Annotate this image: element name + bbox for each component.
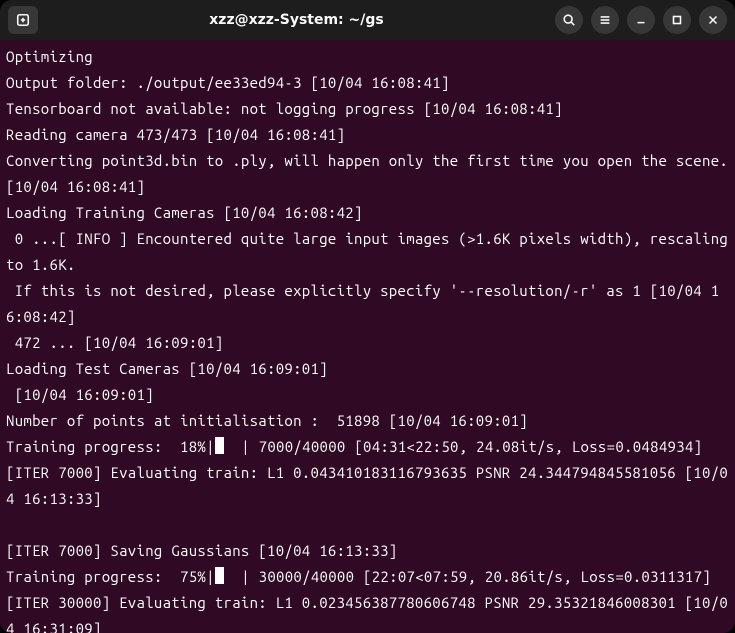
terminal-line: [ITER 7000] Saving Gaussians [10/04 16:1… [6,542,398,559]
minimize-button[interactable] [627,6,655,34]
terminal-line: [ITER 7000] Evaluating train: L1 0.04341… [6,464,728,507]
terminal-line: Tensorboard not available: not logging p… [6,100,563,117]
terminal-window: xzz@xzz-System: ~/gs [0,0,735,633]
search-button[interactable] [555,6,583,34]
terminal-output[interactable]: Optimizing Output folder: ./output/ee33e… [0,40,735,633]
terminal-line: Number of points at initialisation : 518… [6,412,528,429]
terminal-line: Reading camera 473/473 [10/04 16:08:41] [6,126,345,143]
terminal-line: Training progress: 18%| | 7000/40000 [04… [6,438,702,455]
terminal-line: Loading Test Cameras [10/04 16:09:01] [6,360,328,377]
menu-button[interactable] [591,6,619,34]
new-tab-icon [16,13,30,27]
terminal-line: Loading Training Cameras [10/04 16:08:42… [6,204,363,221]
close-button[interactable] [699,6,727,34]
maximize-button[interactable] [663,6,691,34]
progress-block-icon [215,567,224,584]
terminal-line: If this is not desired, please explicitl… [6,282,719,325]
terminal-line: Optimizing [6,48,93,65]
close-icon [706,13,720,27]
terminal-line: 472 ... [10/04 16:09:01] [6,334,224,351]
hamburger-icon [598,13,612,27]
window-title: xzz@xzz-System: ~/gs [46,12,547,28]
new-tab-button[interactable] [8,6,38,34]
terminal-line: Training progress: 75%| | 30000/40000 [2… [6,568,711,585]
terminal-line: [ITER 30000] Evaluating train: L1 0.0234… [6,594,728,633]
titlebar: xzz@xzz-System: ~/gs [0,0,735,40]
terminal-line: Converting point3d.bin to .ply, will hap… [6,152,735,195]
search-icon [562,13,576,27]
maximize-icon [670,13,684,27]
minimize-icon [634,13,648,27]
progress-block-icon [215,437,224,454]
terminal-line: 0 ...[ INFO ] Encountered quite large in… [6,230,735,273]
terminal-line: [10/04 16:09:01] [6,386,154,403]
terminal-line: Output folder: ./output/ee33ed94-3 [10/0… [6,74,450,91]
